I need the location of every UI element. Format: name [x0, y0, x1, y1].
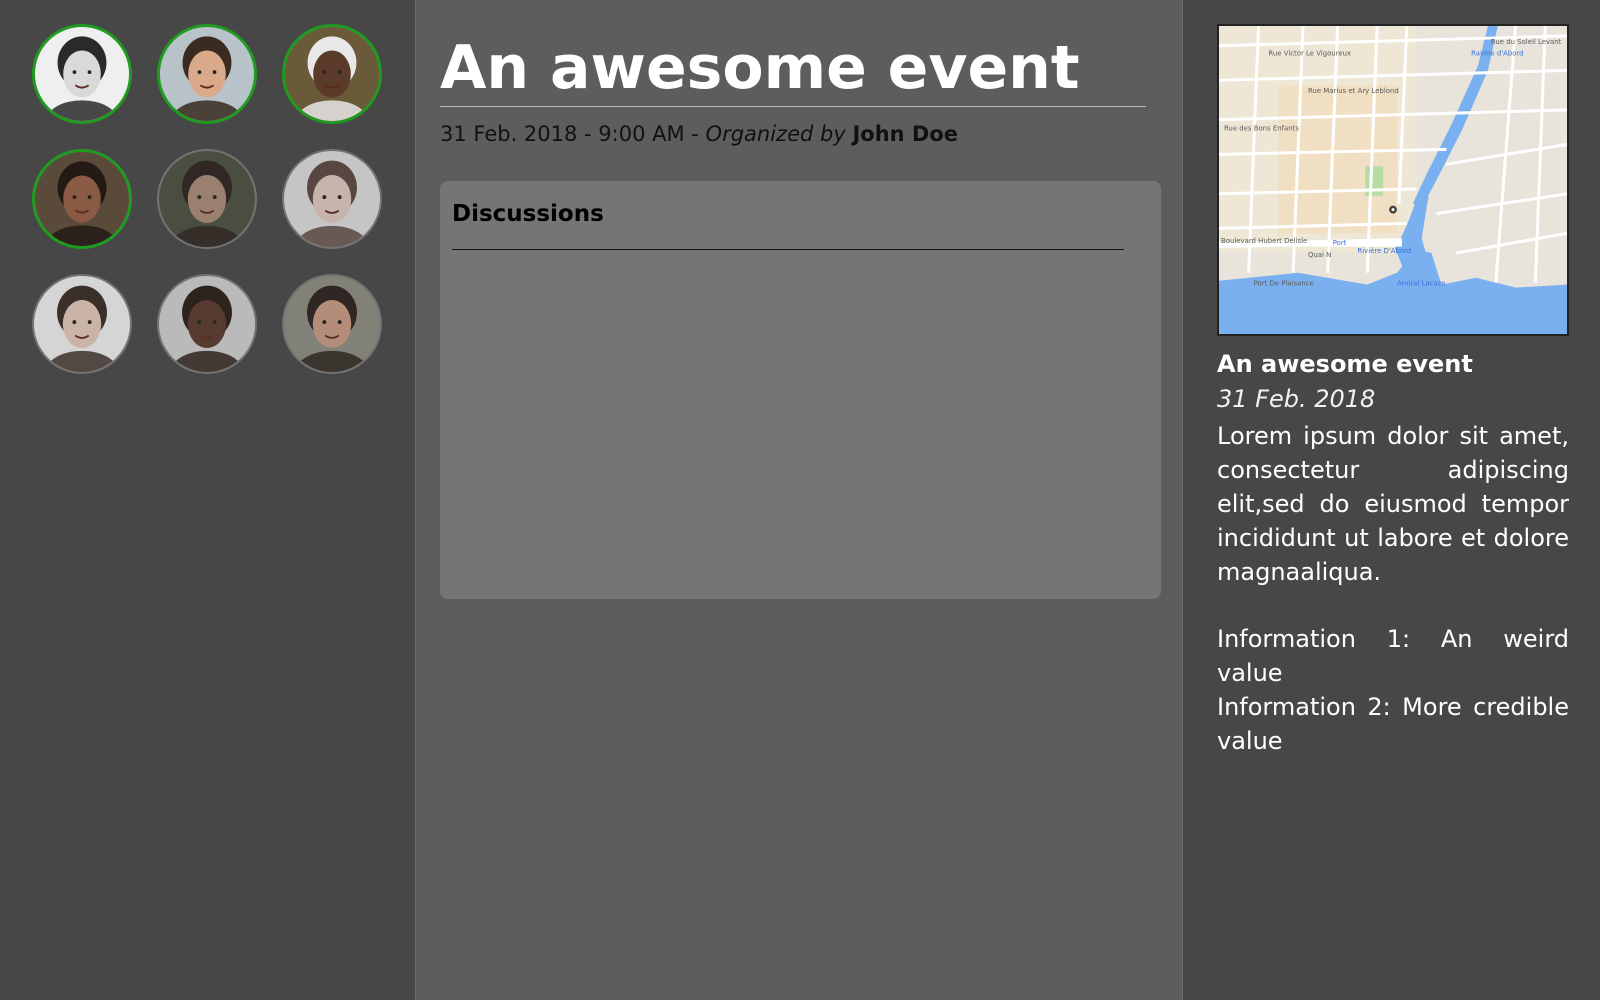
avatar-participant-9[interactable]	[282, 274, 382, 374]
map-label: Amiral Lacaze	[1397, 280, 1446, 288]
discussions-title: Discussions	[452, 201, 604, 227]
sidebar-description: Lorem ipsum dolor sit amet, consectetur …	[1217, 422, 1569, 586]
avatar-photo	[35, 27, 129, 121]
event-main: An awesome event 31 Feb. 2018 - 9:00 AM …	[416, 0, 1183, 1000]
avatar-photo	[159, 276, 255, 372]
map-label: Rivière D'Abord	[1357, 247, 1411, 255]
discussions-panel: Discussions	[440, 181, 1161, 599]
map-label: Quai N	[1308, 251, 1331, 259]
avatar-photo	[284, 151, 380, 247]
organizer-name[interactable]: John Doe	[852, 122, 958, 146]
avatar-participant-2[interactable]	[157, 24, 257, 124]
avatar-photo	[284, 276, 380, 372]
avatar-participant-3[interactable]	[282, 24, 382, 124]
avatar-participant-8[interactable]	[157, 274, 257, 374]
avatar-participant-6[interactable]	[282, 149, 382, 249]
map-pin-icon	[1389, 205, 1397, 214]
avatar-participant-1[interactable]	[32, 24, 132, 124]
map-label: Boulevard Hubert Delisle	[1221, 237, 1307, 245]
event-meta: 31 Feb. 2018 - 9:00 AM - Organized by Jo…	[440, 122, 958, 146]
avatar-participant-4[interactable]	[32, 149, 132, 249]
info-line-1: Information 1: An weird value	[1217, 625, 1569, 687]
info-line-2: Information 2: More credible value	[1217, 693, 1569, 755]
map-label: Port	[1333, 239, 1347, 247]
map-label: Rue des Bons Enfants	[1224, 125, 1299, 133]
sidebar-info: Information 1: An weird value Informatio…	[1217, 622, 1569, 758]
map[interactable]: Rue Victor Le Vigoureux Rue Marius et Ar…	[1217, 24, 1569, 336]
avatar-photo	[285, 27, 379, 121]
map-label: Rue Victor Le Vigoureux	[1268, 50, 1351, 58]
avatar-participant-5[interactable]	[157, 149, 257, 249]
event-title: An awesome event	[440, 33, 1080, 103]
avatar-participant-7[interactable]	[32, 274, 132, 374]
avatar-photo	[160, 27, 254, 121]
event-sidebar: Rue Victor Le Vigoureux Rue Marius et Ar…	[1183, 0, 1600, 1000]
map-label: Ravine d'Abord	[1471, 50, 1523, 58]
participants-panel	[0, 0, 416, 1000]
map-label: Rue Marius et Ary Leblond	[1308, 87, 1399, 95]
organized-by-label: Organized by	[705, 122, 846, 146]
title-divider	[440, 106, 1146, 107]
avatar-photo	[159, 151, 255, 247]
map-image: Rue Victor Le Vigoureux Rue Marius et Ar…	[1219, 26, 1567, 334]
map-label: Rue du Soleil Levant	[1491, 38, 1562, 46]
discussions-divider	[452, 249, 1124, 250]
sidebar-title: An awesome event	[1217, 350, 1473, 378]
sidebar-date: 31 Feb. 2018	[1217, 385, 1376, 413]
map-label: Port De Plaisance	[1254, 280, 1314, 288]
event-datetime: 31 Feb. 2018 - 9:00 AM -	[440, 122, 706, 146]
avatar-photo	[35, 152, 129, 246]
avatar-photo	[34, 276, 130, 372]
